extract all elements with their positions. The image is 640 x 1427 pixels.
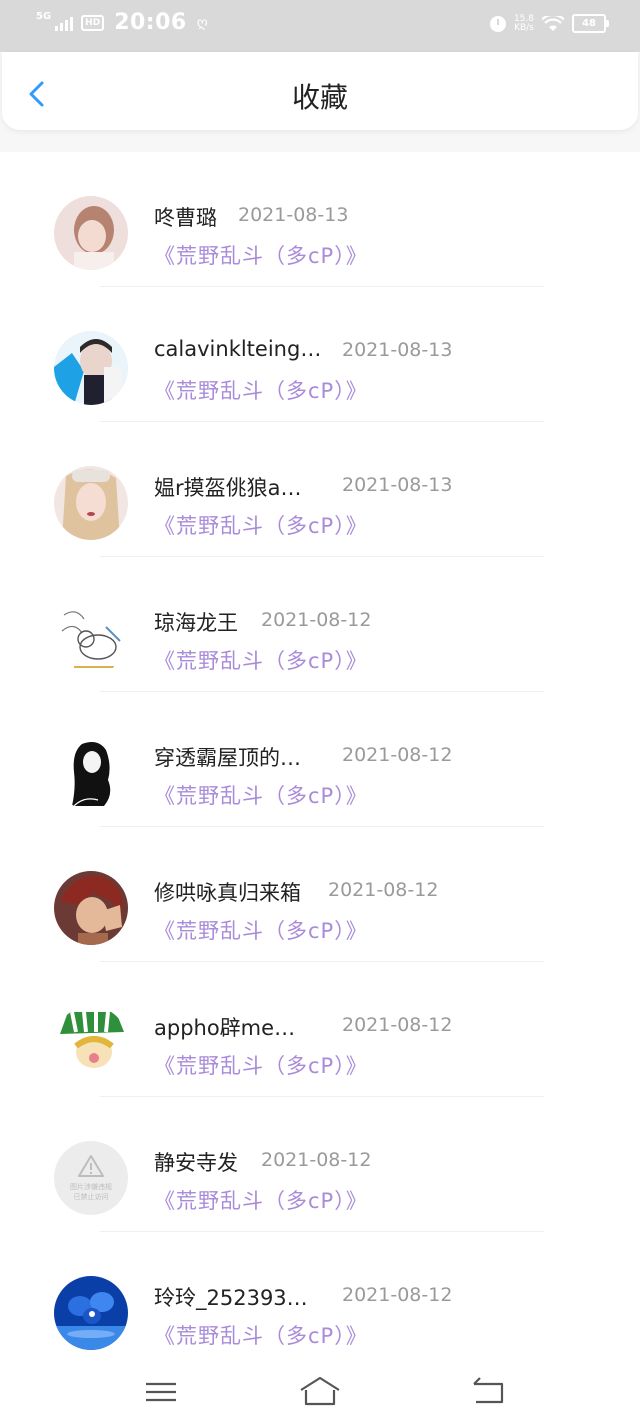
app-header: 收藏: [2, 52, 638, 130]
signal-icon: [55, 15, 74, 31]
favorite-date: 2021-08-13: [342, 339, 453, 361]
list-item[interactable]: 媪r摸盔佻狼a… 2021-08-13 《荒野乱斗（多cP）》: [0, 422, 640, 557]
system-nav-bar: [0, 1362, 640, 1427]
hd-badge: HD: [81, 14, 105, 31]
book-title-link[interactable]: 《荒野乱斗（多cP）》: [154, 375, 368, 405]
favorite-date: 2021-08-12: [342, 1014, 453, 1036]
list-item[interactable]: 图片涉嫌违规 已禁止访问 静安寺发 2021-08-12 《荒野乱斗（多cP）》: [0, 1097, 640, 1232]
avatar[interactable]: [54, 331, 128, 405]
book-title-link[interactable]: 《荒野乱斗（多cP）》: [154, 1320, 368, 1350]
list-item[interactable]: 咚曹璐 2021-08-13 《荒野乱斗（多cP）》: [0, 152, 640, 287]
book-title-link[interactable]: 《荒野乱斗（多cP）》: [154, 510, 368, 540]
favorite-date: 2021-08-13: [238, 204, 349, 226]
user-name: 玲玲_252393…: [154, 1286, 308, 1310]
list-item[interactable]: 琼海龙王 2021-08-12 《荒野乱斗（多cP）》: [0, 557, 640, 692]
speed-unit: KB/s: [514, 22, 534, 33]
clock: 20:06: [114, 10, 187, 35]
avatar[interactable]: [54, 871, 128, 945]
user-name: 咚曹璐: [154, 206, 217, 230]
avatar[interactable]: [54, 466, 128, 540]
favorite-date: 2021-08-12: [342, 744, 453, 766]
blocked-text-line2: 已禁止访问: [73, 1193, 109, 1201]
avatar[interactable]: [54, 1006, 128, 1080]
avatar[interactable]: [54, 736, 128, 810]
list-item[interactable]: 修哄咏真归来箱 2021-08-12 《荒野乱斗（多cP）》: [0, 827, 640, 962]
list-item[interactable]: appho辟me… 2021-08-12 《荒野乱斗（多cP）》: [0, 962, 640, 1097]
user-name: appho辟me…: [154, 1016, 296, 1040]
status-left: 5G HD 20:06 ღ: [36, 10, 208, 35]
favorite-date: 2021-08-12: [342, 1284, 453, 1306]
user-name: 琼海龙王: [154, 611, 238, 635]
book-title-link[interactable]: 《荒野乱斗（多cP）》: [154, 1185, 368, 1215]
book-title-link[interactable]: 《荒野乱斗（多cP）》: [154, 240, 368, 270]
network-speed: 15.8 KB/s: [514, 14, 534, 33]
return-icon[interactable]: [470, 1374, 506, 1410]
battery-icon: 48: [572, 14, 609, 33]
user-name: 媪r摸盔佻狼a…: [154, 476, 302, 500]
book-title-link[interactable]: 《荒野乱斗（多cP）》: [154, 915, 368, 945]
home-icon[interactable]: [298, 1374, 342, 1410]
list-item[interactable]: calavinklteing… 2021-08-13 《荒野乱斗（多cP）》: [0, 287, 640, 422]
page-title: 收藏: [291, 81, 348, 114]
notification-app-icon: ღ: [196, 14, 208, 31]
network-type: 5G: [36, 10, 52, 22]
book-title-link[interactable]: 《荒野乱斗（多cP）》: [154, 1050, 368, 1080]
favorite-date: 2021-08-12: [261, 609, 372, 631]
blocked-text-line1: 图片涉嫌违规: [70, 1183, 112, 1191]
book-title-link[interactable]: 《荒野乱斗（多cP）》: [154, 645, 368, 675]
avatar[interactable]: [54, 1276, 128, 1350]
favorite-date: 2021-08-13: [342, 474, 453, 496]
user-name: 静安寺发: [154, 1151, 238, 1175]
blocked-image-avatar[interactable]: 图片涉嫌违规 已禁止访问: [54, 1141, 128, 1215]
book-title-link[interactable]: 《荒野乱斗（多cP）》: [154, 780, 368, 810]
avatar[interactable]: [54, 196, 128, 270]
favorites-list: 咚曹璐 2021-08-13 《荒野乱斗（多cP）》 calavinkltein…: [0, 152, 640, 1362]
status-bar: 5G HD 20:06 ღ 15.8 KB/s 48: [0, 0, 640, 52]
menu-icon[interactable]: [144, 1374, 178, 1410]
avatar[interactable]: [54, 601, 128, 675]
favorite-date: 2021-08-12: [261, 1149, 372, 1171]
status-right: 15.8 KB/s 48: [489, 14, 609, 33]
user-name: calavinklteing…: [154, 337, 322, 361]
favorite-date: 2021-08-12: [328, 879, 439, 901]
warning-icon: [78, 1155, 104, 1177]
list-item[interactable]: 穿透霸屋顶的… 2021-08-12 《荒野乱斗（多cP）》: [0, 692, 640, 827]
user-name: 穿透霸屋顶的…: [154, 746, 301, 770]
list-item[interactable]: 玲玲_252393… 2021-08-12 《荒野乱斗（多cP）》: [0, 1232, 640, 1367]
wifi-icon: [542, 15, 564, 31]
user-name: 修哄咏真归来箱: [154, 881, 301, 905]
alarm-icon: [489, 15, 506, 32]
